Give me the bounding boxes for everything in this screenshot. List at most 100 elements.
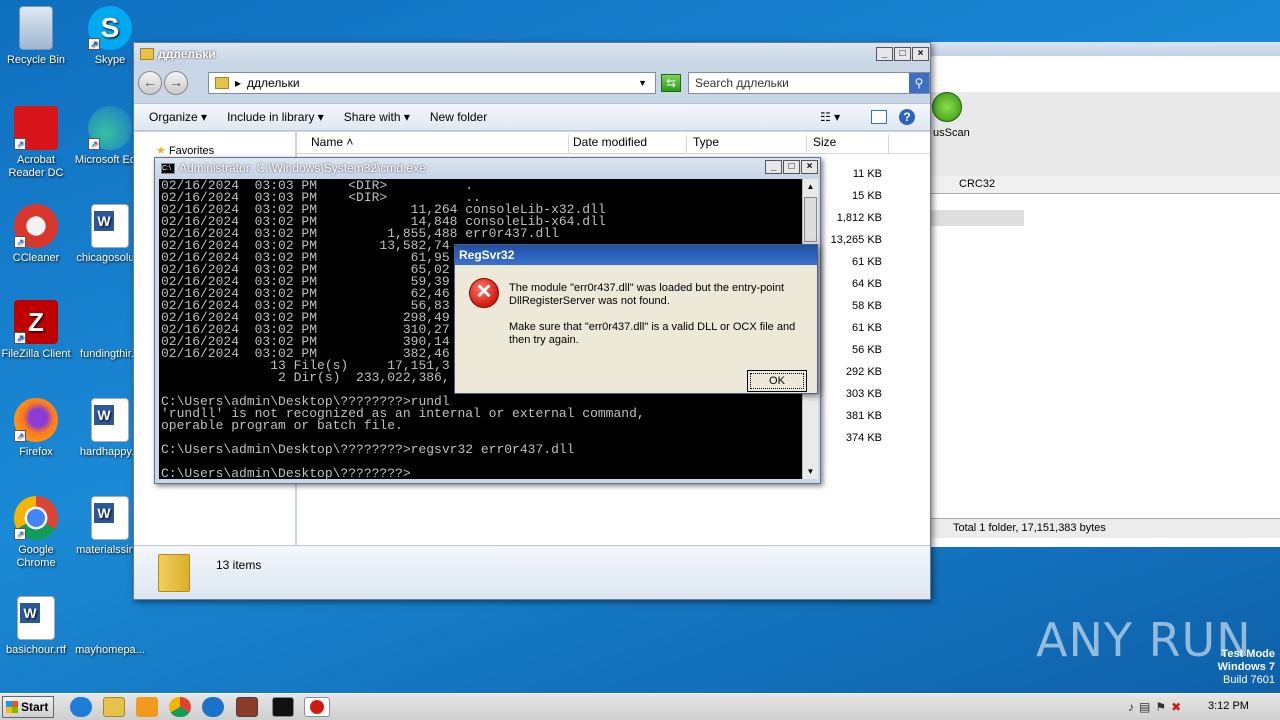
- favorites-node[interactable]: ★ Favorites: [156, 144, 214, 157]
- media-player-icon[interactable]: [136, 697, 158, 717]
- word-document-icon: W: [91, 496, 129, 540]
- selected-row[interactable]: [931, 210, 1024, 226]
- windows-logo-icon: [6, 701, 18, 713]
- scroll-down-arrow-icon[interactable]: ▼: [803, 464, 818, 479]
- recycle-bin-icon: [19, 6, 53, 50]
- forward-button[interactable]: →: [164, 71, 188, 95]
- scroll-up-arrow-icon[interactable]: ▲: [803, 179, 818, 194]
- command-bar: Organize ▾ Include in library ▾ Share wi…: [134, 103, 930, 131]
- status-text: Total 1 folder, 17,151,383 bytes: [953, 522, 1106, 534]
- cmd-icon: C:\: [161, 162, 175, 174]
- test-mode-label: Test Mode Windows 7 Build 7601: [1180, 648, 1275, 687]
- help-icon[interactable]: ?: [899, 109, 915, 125]
- file-size: 13,265 KB: [830, 234, 882, 246]
- maximize-button[interactable]: □: [783, 160, 800, 174]
- folder-icon: [140, 48, 154, 60]
- background-window-titlebar: [931, 42, 1280, 56]
- close-button[interactable]: ×: [912, 47, 929, 61]
- folder-large-icon: [158, 554, 190, 592]
- regsvr32-dialog[interactable]: RegSvr32 ✕ The module "err0r437.dll" was…: [454, 244, 818, 394]
- background-window-toolbar: usScan: [931, 92, 1280, 187]
- build-number: Build 7601: [1223, 674, 1275, 686]
- network-icon[interactable]: ▤: [1139, 700, 1155, 714]
- details-pane: 13 items: [134, 545, 930, 599]
- blank-document-icon: [88, 596, 132, 640]
- address-row: ← → ▸ ддлельки ▼ ⇆ Search ддлельки ⚲: [138, 69, 930, 97]
- clock[interactable]: 3:12 PM: [1208, 700, 1249, 712]
- regsvr32-taskbar-icon[interactable]: [304, 697, 330, 717]
- console-line: C:\Users\admin\Desktop\????????>: [161, 466, 411, 479]
- cmd-title: Administrator: C:\Windows\System32\cmd.e…: [179, 161, 426, 175]
- blank-document-icon: [88, 300, 132, 344]
- desktop-icon-chrome[interactable]: ↗ Google Chrome: [0, 496, 72, 570]
- back-button[interactable]: ←: [138, 71, 162, 95]
- minimize-button[interactable]: _: [765, 160, 782, 174]
- speaker-icon[interactable]: ♪: [1128, 700, 1139, 714]
- organize-menu[interactable]: Organize ▾: [149, 110, 207, 124]
- chrome-taskbar-icon[interactable]: [169, 697, 191, 717]
- preview-pane-icon[interactable]: [871, 110, 887, 124]
- file-size: 303 KB: [845, 388, 882, 400]
- desktop-icon-acrobat[interactable]: ↗ Acrobat Reader DC: [0, 106, 72, 180]
- error-tray-icon[interactable]: ✖: [1171, 700, 1186, 714]
- winrar-icon[interactable]: [236, 697, 258, 717]
- cmd-taskbar-icon[interactable]: [272, 697, 294, 717]
- crc32-column[interactable]: CRC32: [959, 178, 995, 190]
- address-bar[interactable]: ▸ ддлельки ▼: [208, 72, 656, 94]
- desktop-icon-ccleaner[interactable]: ↗ CCleaner: [0, 204, 72, 265]
- explorer-titlebar[interactable]: ддлельки: [134, 43, 930, 65]
- desktop-icon-basichour[interactable]: W basichour.rtf: [0, 596, 72, 657]
- background-app-window[interactable]: usScan CRC32 Total 1 folder, 17,151,383 …: [930, 42, 1280, 547]
- file-size: 374 KB: [845, 432, 882, 444]
- word-document-icon: W: [91, 204, 129, 248]
- desktop-icon-mayhomepa[interactable]: mayhomepa...: [74, 596, 146, 657]
- refresh-button[interactable]: ⇆: [661, 74, 681, 92]
- address-dropdown-icon[interactable]: ▼: [638, 78, 647, 88]
- console-line: operable program or batch file.: [161, 418, 403, 433]
- search-icon[interactable]: ⚲: [909, 73, 929, 93]
- dialog-title[interactable]: RegSvr32: [455, 245, 817, 265]
- search-input[interactable]: Search ддлельки ⚲: [688, 72, 930, 94]
- desktop-icon-recycle-bin[interactable]: Recycle Bin: [0, 6, 72, 67]
- ok-button[interactable]: OK: [747, 370, 807, 392]
- skype-icon: S ↗: [88, 6, 132, 50]
- file-size: 58 KB: [852, 300, 882, 312]
- include-in-library-menu[interactable]: Include in library ▾: [227, 110, 324, 124]
- breadcrumb-arrow-icon[interactable]: ▸: [235, 76, 241, 90]
- edge-taskbar-icon[interactable]: [202, 697, 224, 717]
- file-size: 292 KB: [845, 366, 882, 378]
- word-document-icon: W: [17, 596, 55, 640]
- edge-icon: ↗: [88, 106, 132, 150]
- type-column-header[interactable]: Type: [689, 135, 807, 153]
- desktop-icon-filezilla[interactable]: Z ↗ FileZilla Client: [0, 300, 72, 361]
- virus-scan-icon[interactable]: [932, 92, 962, 122]
- background-window-status: Total 1 folder, 17,151,383 bytes: [931, 518, 1280, 538]
- file-size: 56 KB: [852, 344, 882, 356]
- taskbar: Start ♪▤⚑✖ 3:12 PM: [0, 693, 1280, 720]
- file-size: 61 KB: [852, 322, 882, 334]
- flag-icon[interactable]: ⚑: [1155, 700, 1171, 714]
- view-options-icon[interactable]: ☷ ▾: [820, 110, 840, 124]
- favorites-label: Favorites: [168, 145, 215, 157]
- maximize-button[interactable]: □: [894, 47, 911, 61]
- share-with-menu[interactable]: Share with ▾: [344, 110, 410, 124]
- size-column-header[interactable]: Size: [809, 135, 889, 153]
- minimize-button[interactable]: _: [876, 47, 893, 61]
- cmd-titlebar[interactable]: C:\ Administrator: C:\Windows\System32\c…: [155, 158, 820, 178]
- file-size: 381 KB: [845, 410, 882, 422]
- date-column-header[interactable]: Date modified: [569, 135, 687, 153]
- start-label: Start: [21, 700, 49, 714]
- explorer-taskbar-icon[interactable]: [103, 697, 125, 717]
- folder-icon: [215, 77, 229, 89]
- virus-scan-label[interactable]: usScan: [933, 127, 970, 139]
- desktop-icon-firefox[interactable]: ↗ Firefox: [0, 398, 72, 459]
- start-button[interactable]: Start: [2, 696, 54, 718]
- word-document-icon: W: [91, 398, 129, 442]
- close-button[interactable]: ×: [801, 160, 818, 174]
- column-header: Name ˄ Date modified Type Size: [297, 132, 930, 154]
- new-folder-button[interactable]: New folder: [430, 110, 487, 124]
- file-size: 11 KB: [852, 168, 882, 180]
- name-column-header[interactable]: Name ˄: [307, 135, 569, 153]
- internet-explorer-icon[interactable]: [70, 697, 92, 717]
- scroll-thumb[interactable]: [804, 197, 817, 242]
